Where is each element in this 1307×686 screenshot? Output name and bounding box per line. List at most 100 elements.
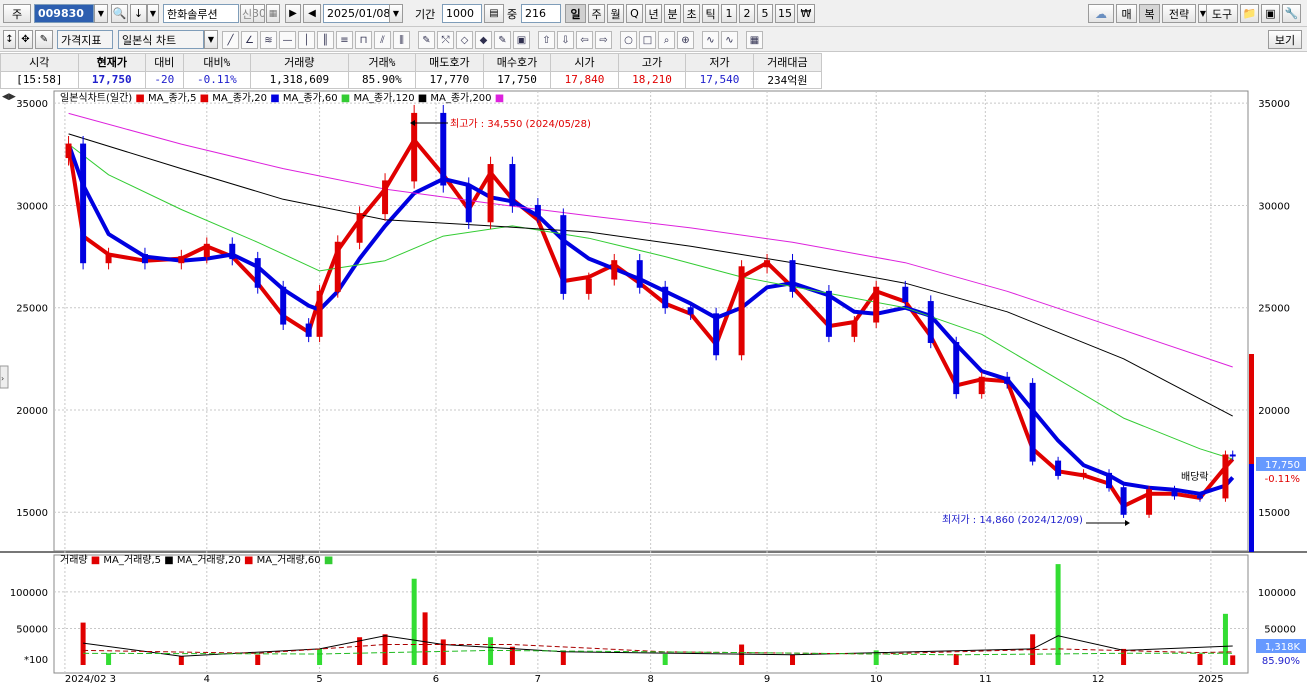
period-button-2[interactable]: 월 [607,4,624,23]
scroll-left-icon[interactable]: ◀▶ [2,92,16,102]
sort-dropdown-icon[interactable]: ▼ [147,4,159,23]
arrow-left-icon[interactable]: ⇦ [576,31,593,49]
period-button-1[interactable]: 주 [588,4,605,23]
period-calc-icon[interactable]: ▤ [484,4,504,23]
diamond-icon[interactable]: ◆ [475,31,492,49]
volume-bar [662,654,668,665]
count-input[interactable]: 216 [521,4,561,23]
price-legend-swatch-2: ■ [267,93,283,104]
chart-type-dropdown-icon[interactable]: ▼ [204,30,218,49]
multi-vline-icon[interactable]: ║ [317,31,334,49]
folder-icon[interactable]: 📁 [1240,4,1259,23]
vline-icon[interactable]: │ [298,31,315,49]
chart-type-combo[interactable]: 일본식 차트 [118,30,204,49]
period-button-0[interactable]: 일 [565,4,586,23]
wave-icon[interactable]: ∿ [702,31,719,49]
candle-body [1106,472,1113,489]
channel-icon[interactable]: ≡ [336,31,353,49]
candle-body [662,286,669,309]
volume-legend-item-2: MA_거래량,20 [177,554,241,566]
volume-tick-right-1: 100000 [1258,588,1296,599]
period-button-4[interactable]: 년 [645,4,662,23]
fill-icon[interactable]: ◇ [456,31,473,49]
info-icon[interactable]: ▦ [266,4,280,23]
cross-icon[interactable]: ⤲ [437,31,454,49]
volume-bar [488,637,494,665]
save-icon[interactable]: ▣ [1261,4,1280,23]
table-icon[interactable]: ▦ [746,31,763,49]
period-button-6[interactable]: 초 [683,4,700,23]
date-dropdown-icon[interactable]: ▼ [389,4,403,23]
candle-body [789,260,796,292]
screenshot-icon[interactable]: ▣ [513,31,530,49]
quote-value-3: -0.11% [182,70,252,89]
chart-area[interactable]: 15000 15000 20000 20000 25000 25000 30000 30000… [0,89,1307,686]
period-button-10[interactable]: 5 [757,4,773,23]
dividend-label: 배당락 [1181,471,1209,483]
move-icon[interactable]: ✥ [18,30,33,49]
circle-icon[interactable]: ○ [620,31,637,49]
step-back-icon[interactable]: ◀ [303,4,321,23]
parallel2-icon[interactable]: ⫼ [393,31,410,49]
quote-header-row: 시각 현재가 대비 대비% 거래량 거래% 매도호가 매수호가 시가 고가 저가 거래대금 [0,53,823,72]
wrench-icon[interactable]: 🔧 [1282,4,1301,23]
new-tag: 신 [240,4,254,23]
period-button-12[interactable]: ₩ [797,4,815,23]
wave2-icon[interactable]: ∿ [721,31,738,49]
time-tick-5: 8 [647,674,653,685]
pencil-icon[interactable]: ✎ [418,31,435,49]
code-dropdown-arrow-icon[interactable]: ▼ [94,4,108,23]
indicator-combo[interactable]: 가격지표 [57,30,113,49]
updown-icon[interactable]: ↕ [3,30,16,49]
parallel-icon[interactable]: ⫽ [374,31,391,49]
period-button-7[interactable]: 틱 [702,4,719,23]
quote-header-10: 저가 [685,53,754,72]
arrow-up-icon[interactable]: ⇧ [538,31,555,49]
period-button-3[interactable]: Q [626,4,643,23]
line-icon[interactable]: ╱ [222,31,239,49]
hline-icon[interactable]: — [279,31,296,49]
quote-header-6: 매도호가 [415,53,484,72]
date-input[interactable]: 2025/01/08 [323,4,390,23]
period-button-8[interactable]: 1 [721,4,737,23]
period-input[interactable]: 1000 [442,4,482,23]
quote-value-6: 17,770 [415,70,484,89]
market-selector[interactable]: 주 [3,4,31,23]
candle-body [534,204,541,217]
edit-icon[interactable]: ✎ [35,30,53,49]
fib-icon[interactable]: ≋ [260,31,277,49]
angle-icon[interactable]: ∠ [241,31,258,49]
candle-body [382,180,389,215]
price-tick-left-4: 35000 [16,99,48,110]
candle-body [560,215,567,294]
toolbar-button-2[interactable]: 복 [1139,4,1160,23]
period-button-11[interactable]: 15 [775,4,795,23]
current-volume-tag: 1,318K [1265,642,1301,653]
bracket-icon[interactable]: ⊓ [355,31,372,49]
strategy-button[interactable]: 전략 [1162,4,1196,23]
crosshair-icon[interactable]: ⊕ [677,31,694,49]
candle-body [203,243,210,258]
search-icon[interactable]: 🔍 [111,4,128,23]
expand-arrow-icon[interactable]: › [1,374,4,383]
price-legend-swatch-3: ■ [338,93,354,104]
period-button-9[interactable]: 2 [739,4,755,23]
cloud-icon[interactable]: ☁ [1088,4,1114,23]
marker-icon[interactable]: ✎ [494,31,511,49]
tools-button[interactable]: 도구 [1206,4,1238,23]
quote-value-2: -20 [145,70,184,89]
period-button-5[interactable]: 분 [664,4,681,23]
toolbar-button-1[interactable]: 매 [1116,4,1137,23]
view-button[interactable]: 보기 [1268,30,1302,49]
stock-name-field[interactable]: 한화솔루션 [163,4,239,23]
zoom-icon[interactable]: ⌕ [658,31,675,49]
main-toolbar: 주 009830 ▼ 🔍 ↓ ▼ 한화솔루션 신 30 ▦ ▶ ◀ 2025/0… [0,0,1307,27]
arrow-right-icon[interactable]: ⇨ [595,31,612,49]
quote-header-5: 거래% [347,53,417,72]
rectangle-icon[interactable]: □ [639,31,656,49]
play-icon[interactable]: ▶ [285,4,301,23]
stock-code-input[interactable]: 009830 [34,4,94,23]
arrow-down-icon[interactable]: ⇩ [557,31,574,49]
time-tick-2: 5 [316,674,322,685]
sort-icon[interactable]: ↓ [130,4,147,23]
